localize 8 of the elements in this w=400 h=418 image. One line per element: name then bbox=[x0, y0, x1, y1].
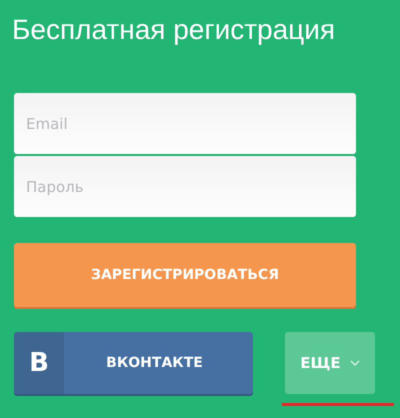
more-button[interactable]: ЕЩЕ bbox=[285, 332, 375, 394]
page-title: Бесплатная регистрация bbox=[12, 13, 336, 47]
input-field[interactable]: Email bbox=[14, 93, 356, 154]
vk-logo: B bbox=[14, 332, 64, 394]
vk-button[interactable]: B ВКОНТАКТЕ bbox=[14, 332, 253, 394]
chevron-down-icon bbox=[350, 360, 360, 366]
input-field[interactable]: Пароль bbox=[14, 156, 356, 217]
register-button[interactable]: ЗАРЕГИСТРИРОВАТЬСЯ bbox=[14, 243, 356, 307]
